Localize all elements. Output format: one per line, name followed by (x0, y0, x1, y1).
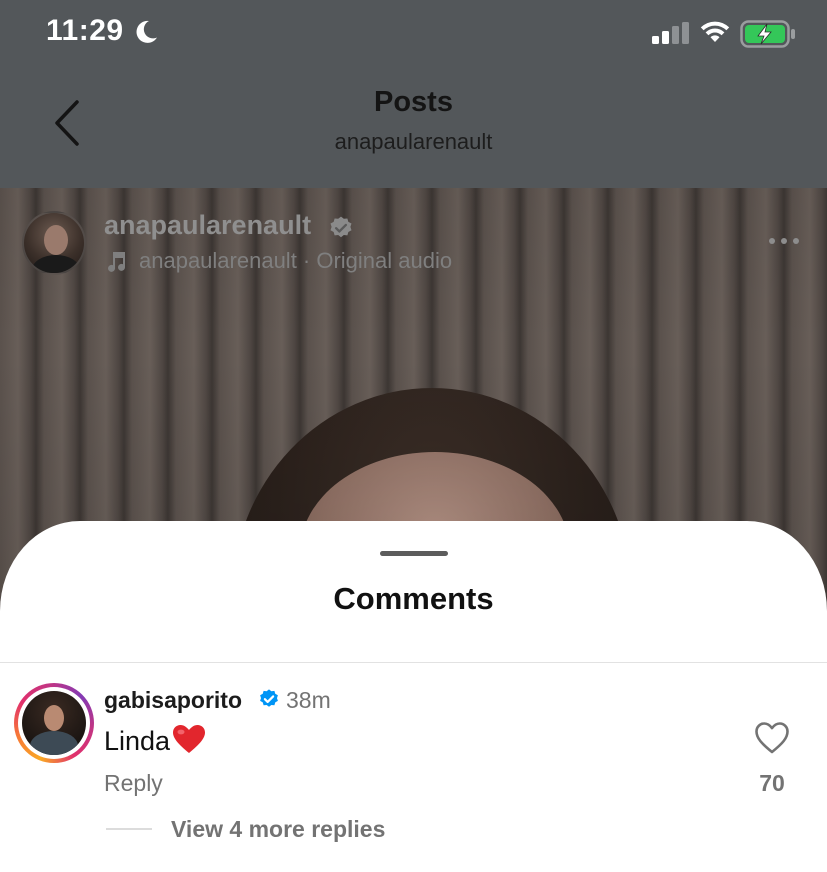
comment-text: Linda (104, 724, 206, 757)
verified-badge-icon (330, 216, 352, 238)
comment-timestamp: 38m (286, 687, 331, 713)
status-bar: 11:29 (0, 0, 827, 66)
photo-body (30, 731, 78, 755)
top-header: 11:29 Posts anapaularenault (0, 0, 827, 188)
music-note-icon (108, 252, 126, 272)
comment-body: Linda (104, 726, 171, 756)
post-author-username[interactable]: anapaularenault (104, 210, 311, 241)
story-ring (18, 687, 90, 759)
heart-outline-icon[interactable] (754, 721, 790, 755)
page-subtitle: anapaularenault (334, 129, 493, 154)
commenter-avatar[interactable] (14, 683, 94, 763)
view-more-replies-button[interactable]: View 4 more replies (171, 816, 385, 843)
moon-icon (136, 20, 157, 43)
cellular-signal-icon (652, 22, 689, 44)
commenter-photo (22, 691, 86, 755)
photo-face (44, 705, 64, 731)
sheet-drag-handle[interactable] (380, 551, 448, 556)
more-options-icon[interactable] (766, 234, 802, 248)
wifi-icon (700, 21, 730, 42)
comments-title: Comments (333, 581, 494, 616)
commenter-username[interactable]: gabisaporito (104, 687, 242, 714)
reply-button[interactable]: Reply (104, 770, 163, 797)
like-count: 70 (759, 770, 785, 796)
red-heart-emoji (173, 725, 206, 753)
comments-sheet: Comments gabisaporito 38m Linda Reply 70… (0, 521, 827, 872)
avatar-body (32, 255, 80, 273)
avatar-face (44, 225, 68, 255)
page-title: Posts (374, 86, 453, 118)
battery-charging-icon (740, 20, 795, 48)
replies-divider-line (106, 828, 152, 830)
post-author-avatar[interactable] (22, 211, 86, 275)
post-audio-label[interactable]: anapaularenault · Original audio (139, 248, 452, 274)
verified-badge-icon (260, 689, 278, 707)
status-time: 11:29 (46, 14, 124, 47)
divider (0, 662, 827, 663)
